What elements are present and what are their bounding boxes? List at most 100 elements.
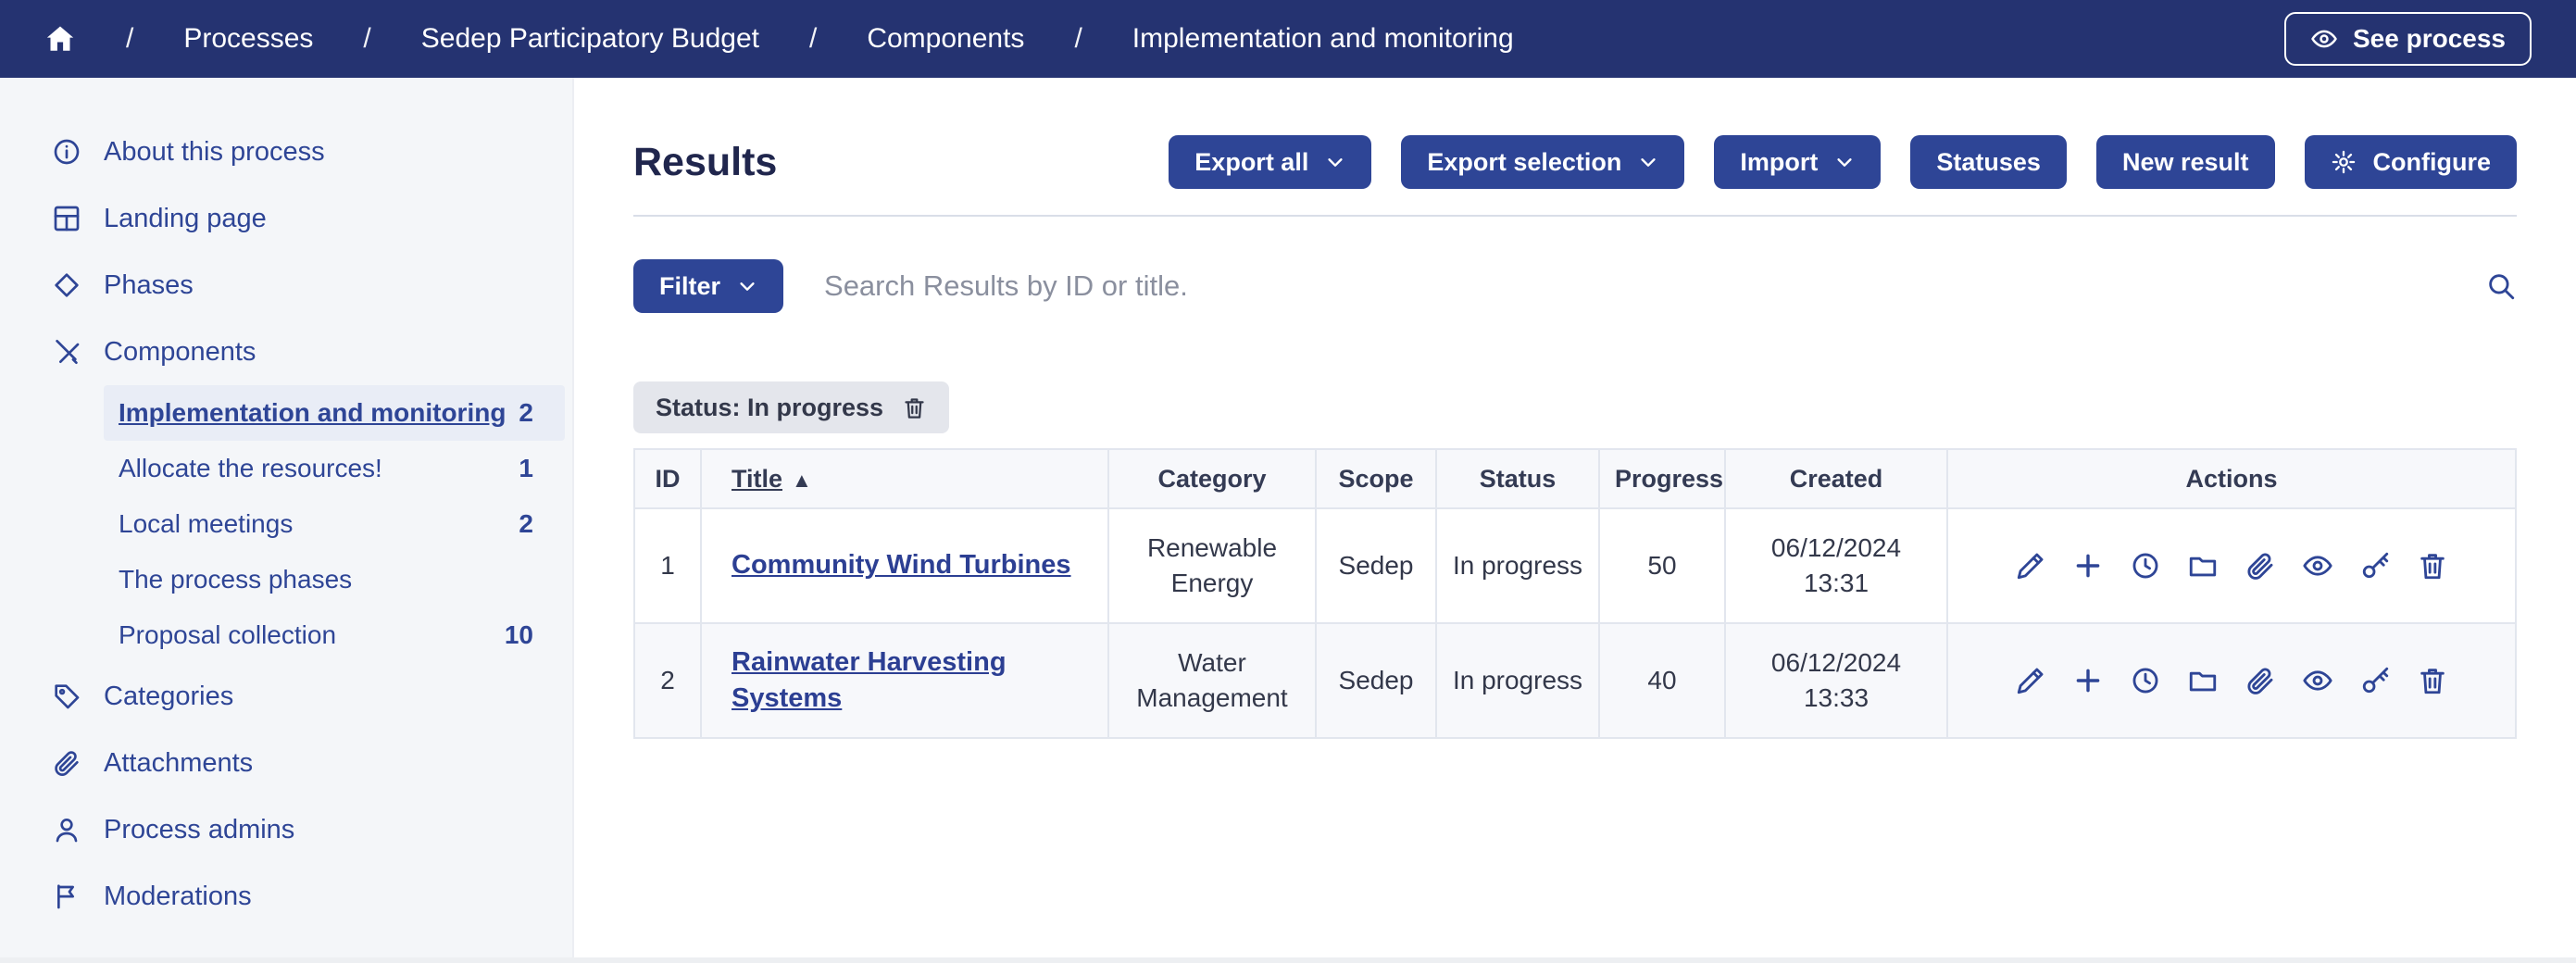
sidebar-item-phases[interactable]: Phases: [0, 252, 572, 319]
sidebar-item-about[interactable]: About this process: [0, 119, 572, 185]
export-selection-button[interactable]: Export selection: [1401, 135, 1684, 189]
attachments-paperclip-icon[interactable]: [2245, 665, 2276, 696]
sidebar-item-attachments[interactable]: Attachments: [0, 730, 572, 796]
subitem-label: Allocate the resources!: [119, 454, 382, 483]
edit-pencil-icon[interactable]: [2015, 665, 2046, 696]
header-divider: [633, 215, 2517, 217]
project-folder-icon[interactable]: [2187, 550, 2219, 582]
home-icon[interactable]: [44, 23, 76, 55]
breadcrumb-separator: /: [363, 23, 370, 55]
chevron-down-icon: [1638, 152, 1658, 172]
active-filter-label: Status: In progress: [656, 394, 883, 422]
statuses-button[interactable]: Statuses: [1910, 135, 2067, 189]
layout-icon: [52, 204, 81, 233]
result-title-link[interactable]: Rainwater Harvesting Systems: [732, 647, 1007, 713]
permissions-key-icon[interactable]: [2359, 665, 2391, 696]
sidebar-item-process-admins[interactable]: Process admins: [0, 796, 572, 863]
results-table: ID Title▲ Category Scope Status Progress…: [633, 448, 2517, 739]
see-process-label: See process: [2353, 24, 2506, 54]
delete-trash-icon[interactable]: [2417, 665, 2448, 696]
statuses-label: Statuses: [1936, 148, 2041, 177]
cell-scope: Sedep: [1316, 623, 1436, 738]
delete-trash-icon[interactable]: [2417, 550, 2448, 582]
cell-status: In progress: [1436, 623, 1599, 738]
components-sub-list: Implementation and monitoring 2 Allocate…: [0, 385, 572, 663]
sidebar-subitem-implementation-and-monitoring[interactable]: Implementation and monitoring 2: [104, 385, 565, 441]
sort-asc-icon: ▲: [792, 469, 812, 492]
sidebar-item-landing-page[interactable]: Landing page: [0, 185, 572, 252]
table-row: 1 Community Wind Turbines Renewable Ener…: [634, 508, 2516, 623]
cell-created: 06/12/2024 13:31: [1725, 508, 1947, 623]
see-process-button[interactable]: See process: [2284, 12, 2532, 66]
main-content: Results Export all Export selection Impo…: [574, 78, 2576, 957]
cell-status: In progress: [1436, 508, 1599, 623]
col-header-actions: Actions: [1947, 449, 2516, 508]
cell-id: 1: [634, 508, 701, 623]
title-sort-link[interactable]: Title: [732, 465, 782, 493]
col-header-scope: Scope: [1316, 449, 1436, 508]
col-header-title[interactable]: Title ▲: [701, 449, 1108, 508]
filter-button[interactable]: Filter: [633, 259, 783, 313]
sidebar-subitem-the-process-phases[interactable]: The process phases: [104, 552, 565, 607]
search-input[interactable]: [824, 269, 2445, 303]
col-header-category: Category: [1108, 449, 1316, 508]
sidebar-item-label: Moderations: [104, 882, 252, 912]
configure-label: Configure: [2373, 148, 2492, 177]
export-all-button[interactable]: Export all: [1169, 135, 1371, 189]
sidebar-item-categories[interactable]: Categories: [0, 663, 572, 730]
breadcrumb-components[interactable]: Components: [867, 23, 1024, 55]
attachments-paperclip-icon[interactable]: [2245, 550, 2276, 582]
result-title-link[interactable]: Community Wind Turbines: [732, 550, 1071, 580]
new-result-button[interactable]: New result: [2096, 135, 2275, 189]
tools-icon: [52, 337, 81, 367]
sidebar-item-label: Phases: [104, 270, 194, 301]
add-plus-icon[interactable]: [2072, 665, 2104, 696]
tag-icon: [52, 682, 81, 711]
sidebar-item-moderations[interactable]: Moderations: [0, 863, 572, 930]
toolbar: Export all Export selection Import Statu…: [1169, 135, 2517, 189]
timeline-clock-icon[interactable]: [2130, 665, 2161, 696]
timeline-clock-icon[interactable]: [2130, 550, 2161, 582]
cell-scope: Sedep: [1316, 508, 1436, 623]
configure-button[interactable]: Configure: [2305, 135, 2518, 189]
sidebar-item-label: Process admins: [104, 815, 294, 845]
permissions-key-icon[interactable]: [2359, 550, 2391, 582]
sidebar-subitem-allocate-the-resources[interactable]: Allocate the resources! 1: [104, 441, 565, 496]
breadcrumb-current[interactable]: Implementation and monitoring: [1132, 23, 1514, 55]
sidebar-subitem-local-meetings[interactable]: Local meetings 2: [104, 496, 565, 552]
breadcrumb-separator: /: [809, 23, 817, 55]
paperclip-icon: [52, 748, 81, 778]
remove-filter-trash-icon[interactable]: [902, 395, 927, 420]
subitem-count-badge: 1: [519, 454, 533, 483]
import-label: Import: [1740, 148, 1818, 177]
breadcrumb-process-name[interactable]: Sedep Participatory Budget: [421, 23, 759, 55]
preview-eye-icon[interactable]: [2302, 665, 2333, 696]
active-filter-chip: Status: In progress: [633, 381, 949, 433]
preview-eye-icon[interactable]: [2302, 550, 2333, 582]
page-bottom-edge: [0, 957, 2576, 963]
table-row: 2 Rainwater Harvesting Systems Water Man…: [634, 623, 2516, 738]
search-icon[interactable]: [2485, 270, 2517, 302]
cell-title: Community Wind Turbines: [701, 508, 1108, 623]
breadcrumb-processes[interactable]: Processes: [183, 23, 313, 55]
breadcrumb-separator: /: [1074, 23, 1082, 55]
eye-icon: [2310, 25, 2338, 53]
sidebar-subitem-proposal-collection[interactable]: Proposal collection 10: [104, 607, 565, 663]
sidebar-item-components[interactable]: Components: [0, 319, 572, 385]
cell-progress: 50: [1599, 508, 1725, 623]
add-plus-icon[interactable]: [2072, 550, 2104, 582]
project-folder-icon[interactable]: [2187, 665, 2219, 696]
cell-title: Rainwater Harvesting Systems: [701, 623, 1108, 738]
sidebar-item-label: Attachments: [104, 748, 253, 779]
flag-icon: [52, 882, 81, 911]
user-icon: [52, 815, 81, 844]
sidebar-item-label: About this process: [104, 137, 325, 168]
import-button[interactable]: Import: [1714, 135, 1881, 189]
col-header-id[interactable]: ID: [634, 449, 701, 508]
diamond-icon: [52, 270, 81, 300]
gear-icon: [2331, 149, 2357, 175]
filter-label: Filter: [659, 272, 720, 301]
edit-pencil-icon[interactable]: [2015, 550, 2046, 582]
col-header-status: Status: [1436, 449, 1599, 508]
chevron-down-icon: [737, 276, 757, 296]
